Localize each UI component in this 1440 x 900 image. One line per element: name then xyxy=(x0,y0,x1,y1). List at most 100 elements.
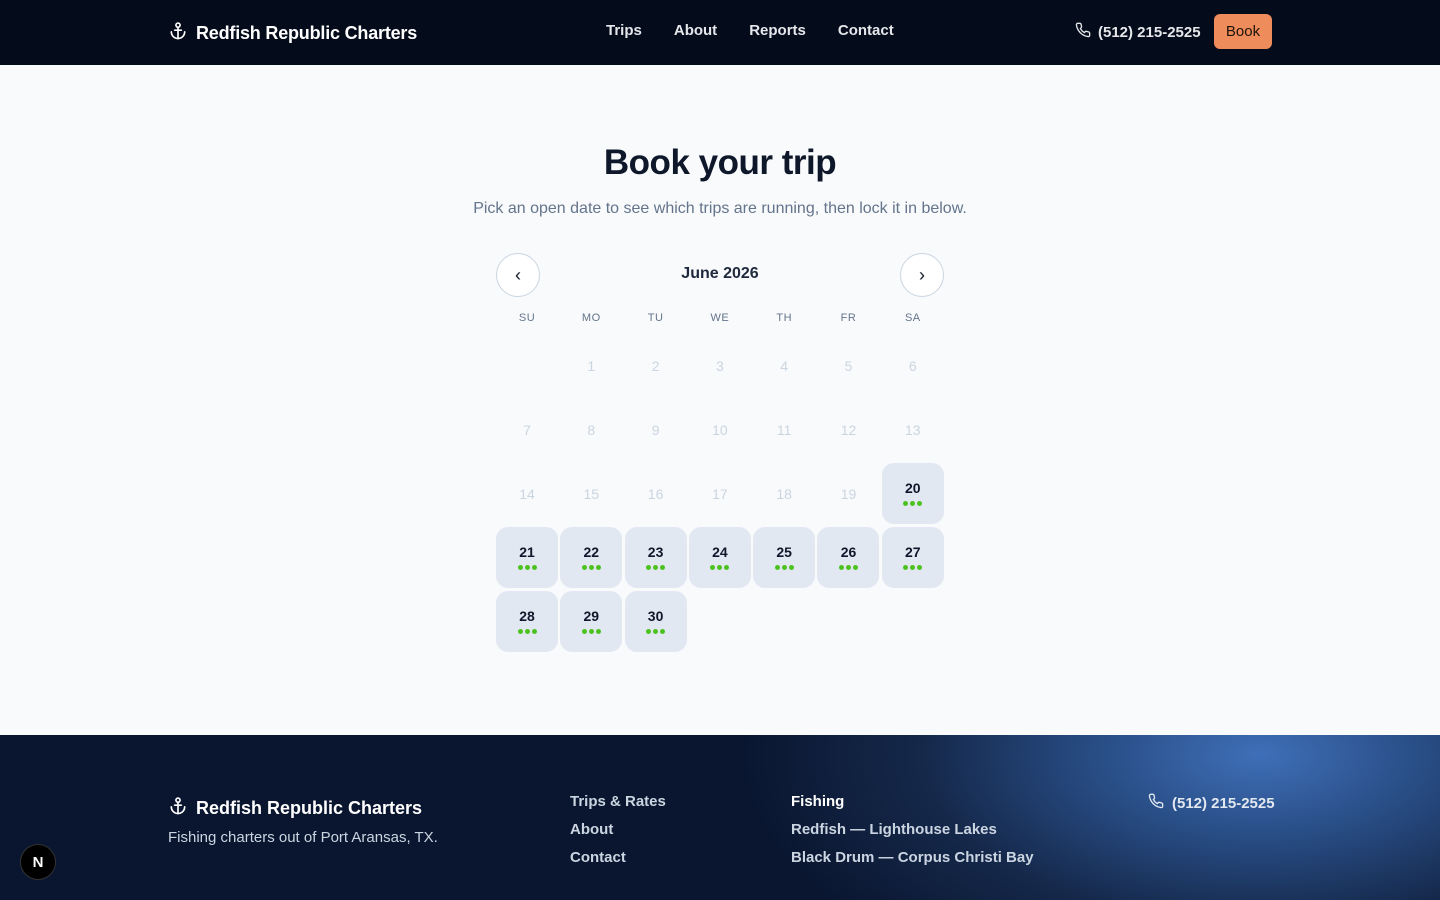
trip-availability-dots xyxy=(646,564,666,570)
header-phone-number: (512) 215-2525 xyxy=(1098,23,1201,41)
nav-trips[interactable]: Trips xyxy=(606,22,642,39)
weekday-label: WE xyxy=(710,312,730,324)
calendar-day-open[interactable]: 29 xyxy=(560,591,623,652)
weekday-label: FR xyxy=(840,312,857,324)
calendar-day-unavailable: 4 xyxy=(753,335,815,396)
chevron-right-icon: › xyxy=(919,264,925,285)
footer-link-about[interactable]: About xyxy=(570,821,666,838)
trip-dot xyxy=(903,564,909,570)
trip-dot xyxy=(710,564,716,570)
trip-dot xyxy=(581,628,587,634)
trip-dot xyxy=(717,564,723,570)
day-number: 28 xyxy=(519,607,535,624)
weekday-header: SU MO TU WE TH FR SA xyxy=(496,312,944,324)
day-number: 2 xyxy=(651,357,660,374)
calendar-day-unavailable: 1 xyxy=(560,335,622,396)
footer-link-redfish[interactable]: Redfish — Lighthouse Lakes xyxy=(791,821,1034,838)
calendar-day-open[interactable]: 26 xyxy=(817,527,880,588)
phone-icon xyxy=(1075,22,1091,42)
calendar-day-unavailable: 7 xyxy=(496,399,558,460)
calendar-grid: 1 2 3 4 5 6 7 8 9 10 11 12 13 14 15 16 17 18 19 20 21 22 23 24 2… xyxy=(496,335,944,652)
day-number: 24 xyxy=(712,543,728,560)
brand-link[interactable]: Redfish Republic Charters xyxy=(168,20,417,47)
calendar-day-open[interactable]: 20 xyxy=(881,463,944,524)
day-number: 25 xyxy=(776,543,792,560)
footer-link-black-drum[interactable]: Black Drum — Corpus Christi Bay xyxy=(791,849,1034,866)
footer-fishing-heading: Fishing xyxy=(791,793,845,810)
calendar-day-unavailable: 18 xyxy=(753,463,815,524)
trip-dot xyxy=(531,628,537,634)
calendar-day-unavailable: 17 xyxy=(689,463,751,524)
footer-phone-link[interactable]: (512) 215-2525 xyxy=(1148,793,1275,813)
header-phone-link[interactable]: (512) 215-2525 xyxy=(1075,22,1201,42)
trip-dot xyxy=(581,564,587,570)
trip-availability-dots xyxy=(581,628,601,634)
calendar-day-unavailable: 2 xyxy=(625,335,687,396)
trip-dot xyxy=(588,564,594,570)
trip-dot xyxy=(774,564,780,570)
footer-fishing: Fishing Redfish — Lighthouse Lakes Black… xyxy=(791,793,1034,866)
day-number: 9 xyxy=(651,421,660,438)
calendar-day-unavailable: 10 xyxy=(689,399,751,460)
trip-availability-dots xyxy=(710,564,730,570)
top-navbar: Redfish Republic Charters Trips About Re… xyxy=(0,0,1440,65)
next-month-button[interactable]: › xyxy=(900,253,944,297)
book-button[interactable]: Book xyxy=(1214,14,1272,49)
trip-dot xyxy=(917,564,923,570)
anchor-icon xyxy=(168,795,188,822)
calendar-day-unavailable: 8 xyxy=(560,399,622,460)
calendar-day-unavailable: 13 xyxy=(882,399,944,460)
dev-tools-badge[interactable]: N xyxy=(20,844,56,880)
calendar-day-open[interactable]: 23 xyxy=(624,527,687,588)
trip-dot xyxy=(517,628,523,634)
trip-dot xyxy=(910,500,916,506)
trip-dot xyxy=(595,628,601,634)
site-footer: Redfish Republic Charters Fishing charte… xyxy=(0,735,1440,900)
calendar-day-unavailable: 15 xyxy=(560,463,622,524)
calendar-day-open[interactable]: 28 xyxy=(496,591,558,652)
trip-dot xyxy=(852,564,858,570)
nav-reports[interactable]: Reports xyxy=(749,22,806,39)
calendar-day-unavailable: 5 xyxy=(817,335,879,396)
footer-brand[interactable]: Redfish Republic Charters xyxy=(168,795,422,822)
day-number: 30 xyxy=(647,607,664,624)
calendar-day-unavailable: 11 xyxy=(753,399,815,460)
calendar-day-open[interactable]: 21 xyxy=(496,527,558,588)
footer-link-trips-rates[interactable]: Trips & Rates xyxy=(570,793,666,810)
calendar-day-open[interactable]: 25 xyxy=(753,527,816,588)
trip-dot xyxy=(588,628,594,634)
calendar-day-open[interactable]: 24 xyxy=(688,527,751,588)
footer-phone-number: (512) 215-2525 xyxy=(1172,794,1275,812)
footer-link-contact[interactable]: Contact xyxy=(570,849,666,866)
calendar-day-open[interactable]: 27 xyxy=(881,527,944,588)
day-number: 1 xyxy=(587,357,596,374)
nav-contact[interactable]: Contact xyxy=(838,22,894,39)
trip-dot xyxy=(660,628,666,634)
nav-about[interactable]: About xyxy=(674,22,717,39)
trip-dot xyxy=(910,564,916,570)
trip-availability-dots xyxy=(581,564,601,570)
day-number: 21 xyxy=(519,543,535,560)
day-number: 11 xyxy=(776,421,792,438)
trip-dot xyxy=(660,564,666,570)
calendar-day-open[interactable]: 30 xyxy=(624,591,687,652)
trip-dot xyxy=(531,564,537,570)
day-number: 16 xyxy=(647,485,664,502)
calendar-day-open[interactable]: 22 xyxy=(560,527,623,588)
trip-availability-dots xyxy=(903,564,923,570)
trip-dot xyxy=(595,564,601,570)
day-number: 18 xyxy=(776,485,792,502)
day-number: 7 xyxy=(523,421,531,438)
trip-dot xyxy=(517,564,523,570)
day-number: 29 xyxy=(583,607,600,624)
calendar-day-unavailable: 14 xyxy=(496,463,558,524)
day-number: 3 xyxy=(715,357,724,374)
weekday-label: SU xyxy=(518,312,536,324)
page-title: Book your trip xyxy=(603,143,837,182)
day-number: 19 xyxy=(840,485,857,502)
trip-dot xyxy=(788,564,794,570)
weekday-label: SA xyxy=(904,312,921,324)
month-label: June 2026 xyxy=(681,265,759,282)
trip-dot xyxy=(646,628,652,634)
footer-links: Trips & Rates About Contact xyxy=(570,793,666,866)
